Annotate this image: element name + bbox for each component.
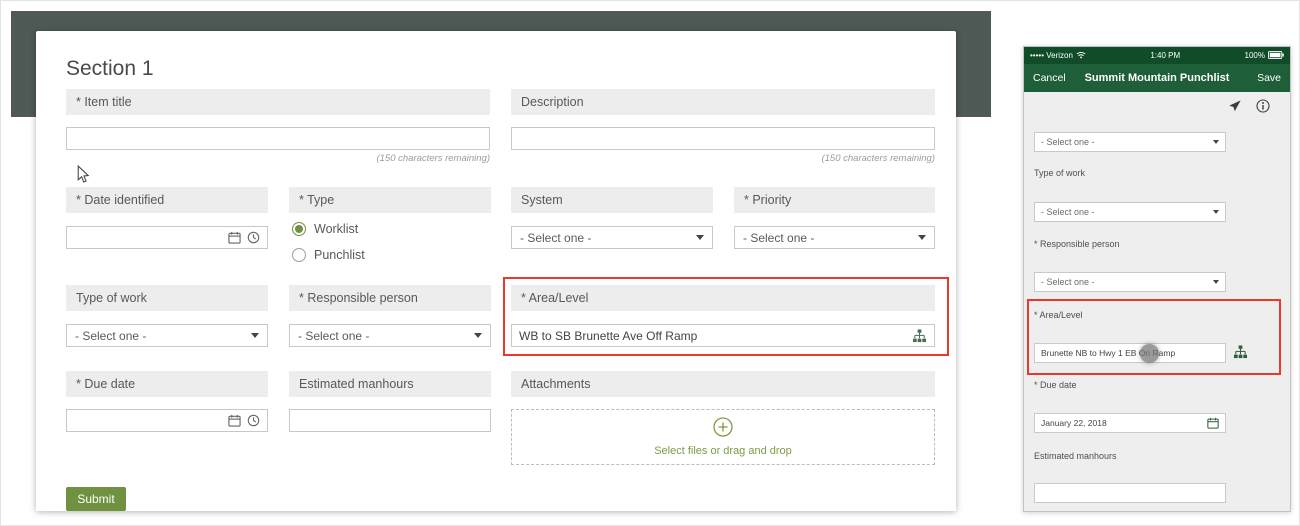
type-label: * Type	[289, 187, 491, 213]
item-title-hint: (150 characters remaining)	[66, 153, 490, 164]
chevron-down-icon	[1213, 280, 1219, 284]
date-identified-input[interactable]	[66, 226, 268, 249]
attachments-label: Attachments	[511, 371, 935, 397]
submit-button[interactable]: Submit	[66, 487, 126, 511]
radio-punchlist[interactable]: Punchlist	[292, 248, 365, 262]
screenshot-canvas: Section 1 * Item title Description (150 …	[0, 0, 1300, 526]
item-title-input[interactable]	[66, 127, 490, 150]
chevron-down-icon	[1213, 210, 1219, 214]
calendar-icon[interactable]	[228, 414, 241, 427]
due-date-input[interactable]	[66, 409, 268, 432]
mobile-responsible-person-label: * Responsible person	[1034, 239, 1120, 249]
mobile-type-of-work-label: Type of work	[1034, 168, 1085, 178]
send-icon[interactable]	[1228, 99, 1242, 113]
priority-label: * Priority	[734, 187, 935, 213]
carrier-text: ••••• Verizon	[1030, 51, 1073, 60]
chevron-down-icon	[251, 333, 259, 338]
due-date-label: * Due date	[66, 371, 268, 397]
plus-circle-icon	[713, 417, 733, 442]
dropzone-text: Select files or drag and drop	[654, 445, 792, 457]
clock-icon[interactable]	[247, 414, 260, 427]
radio-selected-icon	[292, 222, 306, 236]
priority-select-value: - Select one -	[743, 231, 814, 245]
mobile-due-date-input-field[interactable]	[1041, 418, 1203, 428]
priority-select[interactable]: - Select one -	[734, 226, 935, 249]
responsible-person-label: * Responsible person	[289, 285, 491, 311]
mobile-due-date-input[interactable]	[1034, 413, 1226, 433]
date-identified-label: * Date identified	[66, 187, 268, 213]
mobile-estimated-manhours-input[interactable]	[1034, 483, 1226, 503]
system-select[interactable]: - Select one -	[511, 226, 713, 249]
mobile-responsible-person-select[interactable]: - Select one -	[1034, 272, 1226, 292]
radio-punchlist-label: Punchlist	[314, 248, 365, 262]
battery-icon	[1268, 51, 1284, 61]
mobile-responsible-person-value: - Select one -	[1041, 277, 1095, 287]
mobile-estimated-manhours-label: Estimated manhours	[1034, 451, 1117, 461]
type-of-work-select[interactable]: - Select one -	[66, 324, 268, 347]
radio-worklist-label: Worklist	[314, 222, 358, 236]
battery-percent: 100%	[1245, 51, 1265, 60]
description-input-field[interactable]	[519, 132, 927, 146]
calendar-icon[interactable]	[1207, 417, 1219, 429]
chevron-down-icon	[474, 333, 482, 338]
responsible-person-select[interactable]: - Select one -	[289, 324, 491, 347]
mobile-app-panel: ••••• Verizon 1:40 PM 100% Cancel Summit…	[1023, 46, 1291, 512]
type-of-work-select-value: - Select one -	[75, 329, 146, 343]
due-date-input-field[interactable]	[74, 414, 222, 428]
mobile-due-date-label: * Due date	[1034, 380, 1077, 390]
system-select-value: - Select one -	[520, 231, 591, 245]
description-hint: (150 characters remaining)	[511, 153, 935, 164]
chevron-down-icon	[696, 235, 704, 240]
touch-indicator	[1140, 344, 1159, 363]
calendar-icon[interactable]	[228, 231, 241, 244]
mobile-area-level-input[interactable]	[1034, 343, 1226, 363]
sitemap-icon[interactable]	[912, 329, 927, 343]
mobile-top-select-value: - Select one -	[1041, 137, 1095, 147]
info-icon[interactable]	[1256, 99, 1270, 113]
area-level-label: * Area/Level	[511, 285, 935, 311]
save-button[interactable]: Save	[1257, 72, 1281, 84]
chevron-down-icon	[918, 235, 926, 240]
mobile-type-of-work-select[interactable]: - Select one -	[1034, 202, 1226, 222]
responsible-person-select-value: - Select one -	[298, 329, 369, 343]
estimated-manhours-label: Estimated manhours	[289, 371, 491, 397]
item-title-label: * Item title	[66, 89, 490, 115]
radio-worklist[interactable]: Worklist	[292, 222, 358, 236]
mobile-area-level-label: * Area/Level	[1034, 310, 1083, 320]
attachments-dropzone[interactable]: Select files or drag and drop	[511, 409, 935, 465]
status-time: 1:40 PM	[1150, 51, 1180, 60]
section-title: Section 1	[66, 57, 490, 91]
cancel-button[interactable]: Cancel	[1033, 72, 1066, 84]
description-input[interactable]	[511, 127, 935, 150]
mobile-status-bar: ••••• Verizon 1:40 PM 100%	[1024, 47, 1290, 64]
description-label: Description	[511, 89, 935, 115]
sitemap-icon[interactable]	[1233, 345, 1248, 359]
date-identified-input-field[interactable]	[74, 231, 222, 245]
estimated-manhours-input-field[interactable]	[297, 414, 483, 428]
mobile-type-of-work-value: - Select one -	[1041, 207, 1095, 217]
area-level-input-field[interactable]	[519, 329, 906, 343]
system-label: System	[511, 187, 713, 213]
mobile-top-select[interactable]: - Select one -	[1034, 132, 1226, 152]
mobile-area-level-input-field[interactable]	[1041, 348, 1219, 358]
mouse-cursor-icon	[77, 165, 90, 189]
wifi-icon	[1076, 51, 1086, 61]
clock-icon[interactable]	[247, 231, 260, 244]
type-of-work-label: Type of work	[66, 285, 268, 311]
mobile-estimated-manhours-input-field[interactable]	[1041, 488, 1219, 498]
mobile-nav-bar: Cancel Summit Mountain Punchlist Save	[1024, 64, 1290, 92]
radio-unselected-icon	[292, 248, 306, 262]
area-level-input[interactable]	[511, 324, 935, 347]
item-title-input-field[interactable]	[74, 132, 482, 146]
chevron-down-icon	[1213, 140, 1219, 144]
estimated-manhours-input[interactable]	[289, 409, 491, 432]
